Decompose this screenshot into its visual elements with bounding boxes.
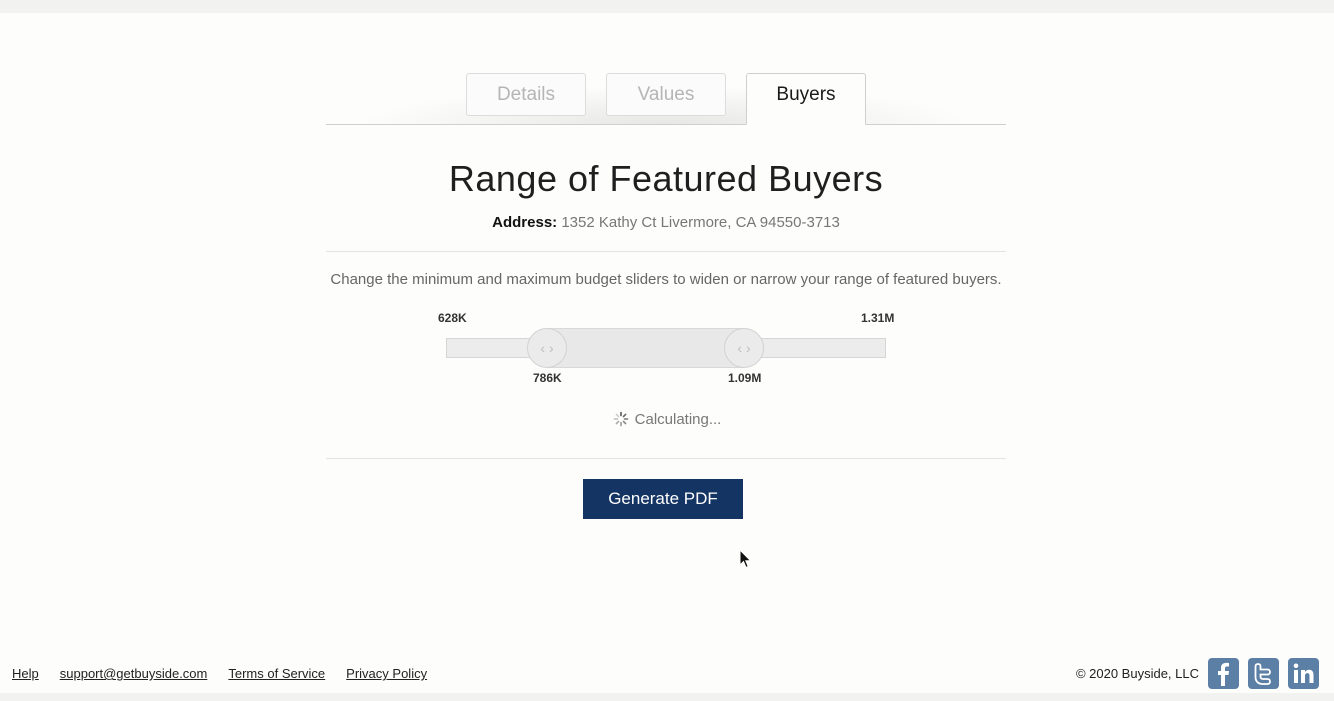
top-bar — [0, 0, 1334, 13]
twitter-icon[interactable] — [1248, 658, 1279, 689]
generate-pdf-button[interactable]: Generate PDF — [583, 479, 743, 519]
slider-low-value: 786K — [533, 371, 562, 385]
linkedin-icon[interactable] — [1288, 658, 1319, 689]
footer-link-terms[interactable]: Terms of Service — [228, 666, 325, 681]
address-label: Address: — [492, 214, 558, 231]
status-text: Calculating... — [634, 410, 722, 428]
tab-bar: Details Values Buyers — [326, 60, 1006, 125]
slider-instructions: Change the minimum and maximum budget sl… — [330, 271, 1002, 288]
copyright-text: © 2020 Buyside, LLC — [1075, 666, 1199, 681]
divider — [326, 458, 1006, 459]
bottom-bar — [0, 693, 1334, 701]
spinner-icon — [613, 411, 628, 427]
slider-max-label: 1.31M — [861, 311, 895, 325]
divider — [326, 251, 1006, 252]
footer-link-support-email[interactable]: support@getbuyside.com — [60, 666, 208, 681]
footer-link-help[interactable]: Help — [12, 666, 39, 681]
mouse-cursor-icon — [739, 549, 752, 569]
calculating-status: Calculating... — [0, 409, 1334, 429]
slider-high-value: 1.09M — [728, 371, 762, 385]
drag-arrows-icon: ‹ › — [737, 340, 751, 356]
drag-arrows-icon: ‹ › — [540, 340, 554, 356]
footer-links: Help support@getbuyside.com Terms of Ser… — [12, 666, 448, 681]
tab-values[interactable]: Values — [606, 73, 726, 116]
address-line: Address: 1352 Kathy Ct Livermore, CA 945… — [326, 214, 1006, 231]
address-value: 1352 Kathy Ct Livermore, CA 94550-3713 — [561, 214, 840, 231]
max-budget-handle[interactable]: ‹ › — [724, 328, 764, 368]
slider-min-label: 628K — [438, 311, 467, 325]
tab-bar-divider — [326, 124, 1006, 125]
footer-link-privacy[interactable]: Privacy Policy — [346, 666, 427, 681]
tab-details[interactable]: Details — [466, 73, 586, 116]
tab-buyers[interactable]: Buyers — [746, 73, 866, 125]
page-title: Range of Featured Buyers — [448, 158, 884, 199]
budget-range-slider: 628K 1.31M ‹ › ‹ › 786K 1.09M — [0, 300, 1334, 400]
facebook-icon[interactable] — [1208, 658, 1239, 689]
min-budget-handle[interactable]: ‹ › — [527, 328, 567, 368]
slider-selected-range — [547, 328, 744, 368]
